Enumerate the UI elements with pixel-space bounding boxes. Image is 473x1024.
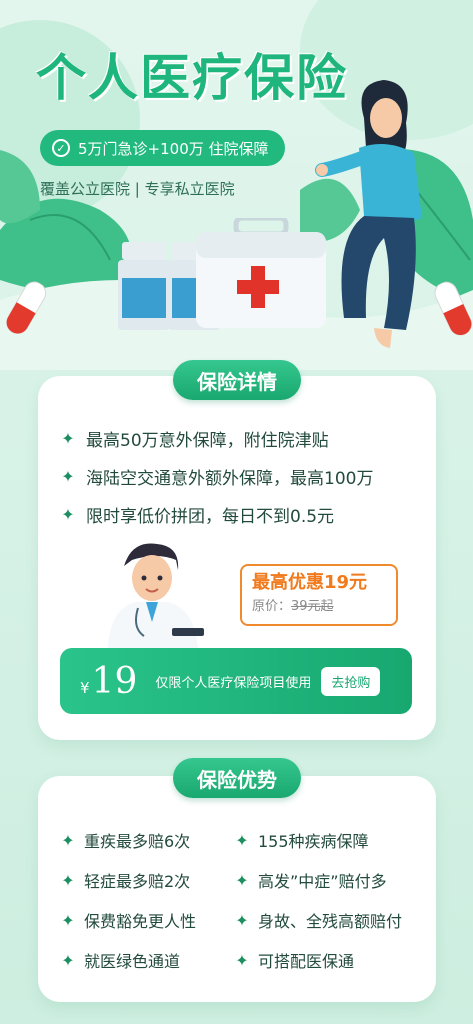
detail-feature: ✦ 限时享低价拼团，每日不到0.5元 xyxy=(60,502,334,527)
advantage-text: 高发”中症”赔付多 xyxy=(258,872,387,891)
advantage-item: ✦ 保费豁免更人性 xyxy=(60,908,196,932)
details-card: 保险详情 ✦ 最高50万意外保障，附住院津贴 ✦ 海陆空交通意外额外保障，最高1… xyxy=(38,360,436,740)
sparkle-icon: ✦ xyxy=(61,870,75,890)
advantage-item: ✦ 155种疾病保障 xyxy=(234,828,369,852)
advantage-text: 155种疾病保障 xyxy=(258,832,369,851)
advantage-item: ✦ 可搭配医保通 xyxy=(234,948,354,972)
coupon-banner[interactable]: ¥ 19 仅限个人医疗保险项目使用 去抢购 xyxy=(60,648,412,714)
sparkle-icon: ✦ xyxy=(61,467,75,486)
advantage-item: ✦ 高发”中症”赔付多 xyxy=(234,868,387,892)
sparkle-icon: ✦ xyxy=(235,950,249,970)
advantage-text: 可搭配医保通 xyxy=(258,952,355,971)
original-price: 原价：39元起 xyxy=(252,596,386,618)
check-circle-icon: ✓ xyxy=(52,139,70,157)
detail-feature-text: 限时享低价拼团，每日不到0.5元 xyxy=(86,507,335,527)
advantage-text: 身故、全残高额赔付 xyxy=(258,912,403,931)
promo-title: 最高优惠19元 xyxy=(252,572,368,593)
detail-feature: ✦ 海陆空交通意外额外保障，最高100万 xyxy=(60,464,373,489)
coupon-description: 仅限个人医疗保险项目使用 xyxy=(155,675,312,691)
sparkle-icon: ✦ xyxy=(61,505,75,524)
currency-symbol: ¥ xyxy=(80,679,90,697)
promo-box: 最高优惠19元 原价：39元起 xyxy=(240,564,398,626)
sparkle-icon: ✦ xyxy=(235,870,249,890)
sparkle-icon: ✦ xyxy=(61,429,75,448)
sparkle-icon: ✦ xyxy=(61,950,75,970)
advantage-text: 轻症最多赔2次 xyxy=(84,872,191,891)
page-title: 个人医疗保险 xyxy=(36,49,348,107)
coupon-amount: 19 xyxy=(91,660,138,702)
sparkle-icon: ✦ xyxy=(235,910,249,930)
advantage-text: 重疾最多赔6次 xyxy=(84,832,191,851)
woman-illustration xyxy=(315,80,422,348)
doctor-illustration xyxy=(108,543,204,648)
coverage-pill-text: 5万门急诊+100万 住院保障 xyxy=(78,139,269,158)
advantage-text: 保费豁免更人性 xyxy=(84,912,197,931)
sparkle-icon: ✦ xyxy=(61,910,75,930)
advantages-heading: 保险优势 xyxy=(173,758,301,798)
advantage-item: ✦ 就医绿色通道 xyxy=(60,948,180,972)
details-heading: 保险详情 xyxy=(173,360,301,400)
detail-feature-text: 海陆空交通意外额外保障，最高100万 xyxy=(86,469,374,489)
hospital-subtitle: 覆盖公立医院 | 专享私立医院 xyxy=(40,180,235,198)
advantages-card: 保险优势 ✦ 重疾最多赔6次 ✦ 轻症最多赔2次 ✦ 保费豁免更人性 ✦ 就医绿… xyxy=(38,758,436,1002)
advantage-item: ✦ 重疾最多赔6次 xyxy=(60,828,190,852)
advantage-item: ✦ 身故、全残高额赔付 xyxy=(234,908,402,932)
advantage-text: 就医绿色通道 xyxy=(84,952,181,971)
grab-button[interactable]: 去抢购 xyxy=(321,666,381,696)
hero-banner: 个人医疗保险 ✓ 5万门急诊+100万 住院保障 覆盖公立医院 | 专享私立医院 xyxy=(0,0,473,370)
original-price-value: 39元起 xyxy=(291,599,334,614)
coverage-pill: ✓ 5万门急诊+100万 住院保障 xyxy=(40,130,285,166)
first-aid-kit-icon xyxy=(196,218,326,328)
detail-feature-text: 最高50万意外保障，附住院津贴 xyxy=(86,431,329,451)
original-price-prefix: 原价： xyxy=(252,599,292,614)
advantage-item: ✦ 轻症最多赔2次 xyxy=(60,868,190,892)
sparkle-icon: ✦ xyxy=(235,830,249,850)
sparkle-icon: ✦ xyxy=(61,830,75,850)
detail-feature: ✦ 最高50万意外保障，附住院津贴 xyxy=(60,426,329,451)
